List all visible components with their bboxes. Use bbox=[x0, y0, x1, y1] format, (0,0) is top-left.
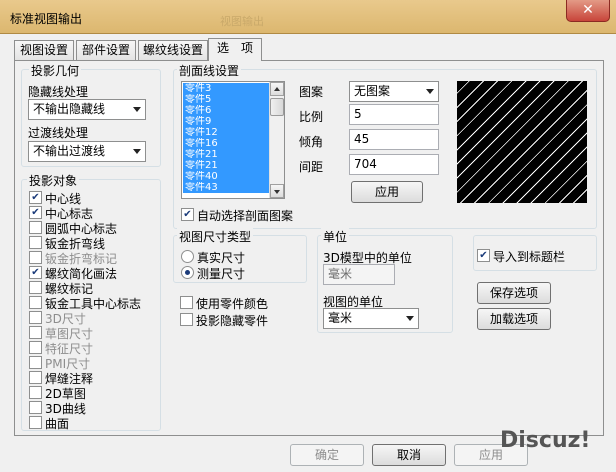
true-size-radio[interactable] bbox=[181, 250, 194, 263]
tab-part-settings[interactable]: 部件设置 bbox=[76, 40, 136, 60]
check-icon: ✔ bbox=[479, 250, 488, 261]
section-part-list[interactable]: 零件3 零件5 零件6 零件9 零件12 零件16 零件21 零件21 零件40 零件43 bbox=[181, 81, 285, 199]
projection-object-checkbox bbox=[29, 341, 42, 354]
tab-view-settings[interactable]: 视图设置 bbox=[14, 40, 74, 60]
hidden-line-value: 不输出隐藏线 bbox=[33, 102, 106, 116]
hidden-line-select[interactable]: 不输出隐藏线 bbox=[28, 99, 146, 120]
projection-object-checkbox[interactable] bbox=[29, 236, 42, 249]
transition-line-value: 不输出过渡线 bbox=[33, 144, 106, 158]
project-hidden-parts-checkbox[interactable] bbox=[180, 313, 193, 326]
transition-line-select[interactable]: 不输出过渡线 bbox=[28, 141, 146, 162]
pattern-select[interactable]: 无图案 bbox=[349, 81, 439, 102]
projection-object-label: 曲面 bbox=[45, 417, 70, 431]
pattern-label: 图案 bbox=[299, 85, 324, 99]
auto-select-pattern-label: 自动选择剖面图案 bbox=[197, 209, 294, 223]
project-hidden-parts-label: 投影隐藏零件 bbox=[196, 314, 269, 328]
load-options-button[interactable]: 加载选项 bbox=[477, 308, 551, 330]
projection-object-checkbox[interactable]: ✔ bbox=[29, 266, 42, 279]
projection-object-checkbox bbox=[29, 311, 42, 324]
section-part-item[interactable]: 零件40 bbox=[183, 171, 269, 182]
auto-select-pattern-checkbox[interactable]: ✔ bbox=[181, 208, 194, 221]
use-part-color-checkbox[interactable] bbox=[180, 296, 193, 309]
check-icon: ✔ bbox=[31, 267, 40, 278]
angle-label: 倾角 bbox=[299, 135, 324, 149]
close-icon: ✕ bbox=[582, 2, 594, 18]
scale-label: 比例 bbox=[299, 110, 324, 124]
projection-object-checkbox bbox=[29, 326, 42, 339]
section-part-scrollbar[interactable] bbox=[269, 82, 284, 198]
section-part-item[interactable]: 零件9 bbox=[183, 116, 269, 127]
cancel-button[interactable]: 取消 bbox=[372, 444, 446, 466]
measured-size-label: 测量尺寸 bbox=[197, 267, 246, 281]
save-options-button[interactable]: 保存选项 bbox=[477, 282, 551, 304]
close-button[interactable]: ✕ bbox=[566, 0, 610, 22]
spacing-label: 间距 bbox=[299, 160, 324, 174]
check-icon: ✔ bbox=[31, 207, 40, 218]
tab-options[interactable]: 选 项 bbox=[208, 38, 262, 61]
section-part-item[interactable]: 零件3 bbox=[183, 83, 269, 94]
section-part-item[interactable]: 零件16 bbox=[183, 138, 269, 149]
projection-objects-title: 投影对象 bbox=[27, 172, 80, 189]
section-part-item[interactable]: 零件6 bbox=[183, 105, 269, 116]
chevron-down-icon bbox=[426, 89, 434, 94]
pattern-preview bbox=[457, 81, 587, 203]
projection-object-checkbox[interactable] bbox=[29, 371, 42, 384]
apply-pattern-button[interactable]: 应用 bbox=[351, 181, 423, 203]
section-part-item[interactable]: 零件12 bbox=[183, 127, 269, 138]
projection-object-checkbox[interactable]: ✔ bbox=[29, 206, 42, 219]
scale-input[interactable]: 5 bbox=[349, 104, 439, 125]
window-title: 标准视图输出 bbox=[10, 12, 83, 26]
section-part-item[interactable]: 零件5 bbox=[183, 94, 269, 105]
options-panel: 投影几何 隐藏线处理 不输出隐藏线 过渡线处理 不输出过渡线 投影对象 ✔ 中心线… bbox=[14, 60, 604, 436]
dimension-type-title: 视图尺寸类型 bbox=[177, 228, 254, 245]
title-bar: 标准视图输出 视图输出 ✕ bbox=[0, 0, 616, 34]
true-size-label: 真实尺寸 bbox=[197, 251, 246, 265]
section-part-item[interactable]: 零件21 bbox=[183, 149, 269, 160]
section-part-item[interactable]: 零件43 bbox=[183, 182, 269, 193]
import-title-block-checkbox[interactable]: ✔ bbox=[477, 249, 490, 262]
check-icon: ✔ bbox=[183, 209, 192, 220]
chevron-down-icon bbox=[133, 107, 141, 112]
section-lines-title: 剖面线设置 bbox=[177, 62, 242, 79]
view-units-value: 毫米 bbox=[328, 311, 353, 325]
units-title: 单位 bbox=[321, 228, 350, 245]
window-ghost-title: 视图输出 bbox=[220, 15, 264, 28]
projection-object-checkbox[interactable] bbox=[29, 386, 42, 399]
angle-input[interactable]: 45 bbox=[349, 129, 439, 150]
transition-line-label: 过渡线处理 bbox=[28, 126, 89, 140]
projection-object-checkbox[interactable] bbox=[29, 221, 42, 234]
chevron-down-icon bbox=[406, 316, 414, 321]
chevron-down-icon bbox=[133, 149, 141, 154]
scroll-thumb[interactable] bbox=[270, 98, 284, 116]
spacing-input[interactable]: 704 bbox=[349, 154, 439, 175]
model-units-field: 毫米 bbox=[323, 264, 395, 285]
projection-object-checkbox[interactable] bbox=[29, 401, 42, 414]
use-part-color-label: 使用零件颜色 bbox=[196, 297, 269, 311]
projection-geometry-title: 投影几何 bbox=[29, 62, 82, 79]
projection-object-checkbox[interactable] bbox=[29, 416, 42, 429]
ok-button[interactable]: 确定 bbox=[290, 444, 364, 466]
projection-object-checkbox bbox=[29, 251, 42, 264]
tab-thread-settings[interactable]: 螺纹线设置 bbox=[138, 40, 208, 60]
hidden-line-label: 隐藏线处理 bbox=[28, 85, 89, 99]
view-units-select[interactable]: 毫米 bbox=[323, 308, 419, 329]
projection-object-checkbox[interactable] bbox=[29, 296, 42, 309]
measured-size-radio[interactable] bbox=[181, 266, 194, 279]
section-part-item[interactable]: 零件21 bbox=[183, 160, 269, 171]
check-icon: ✔ bbox=[31, 192, 40, 203]
scroll-up-icon[interactable] bbox=[270, 82, 284, 96]
watermark-text: Discuz! bbox=[500, 428, 591, 453]
pattern-value: 无图案 bbox=[354, 84, 391, 98]
section-part-items: 零件3 零件5 零件6 零件9 零件12 零件16 零件21 零件21 零件40 零件43 bbox=[183, 83, 269, 193]
projection-object-checkbox bbox=[29, 356, 42, 369]
import-title-block-label: 导入到标题栏 bbox=[493, 250, 566, 264]
scroll-down-icon[interactable] bbox=[270, 184, 284, 198]
projection-object-checkbox[interactable] bbox=[29, 281, 42, 294]
projection-object-checkbox[interactable]: ✔ bbox=[29, 191, 42, 204]
